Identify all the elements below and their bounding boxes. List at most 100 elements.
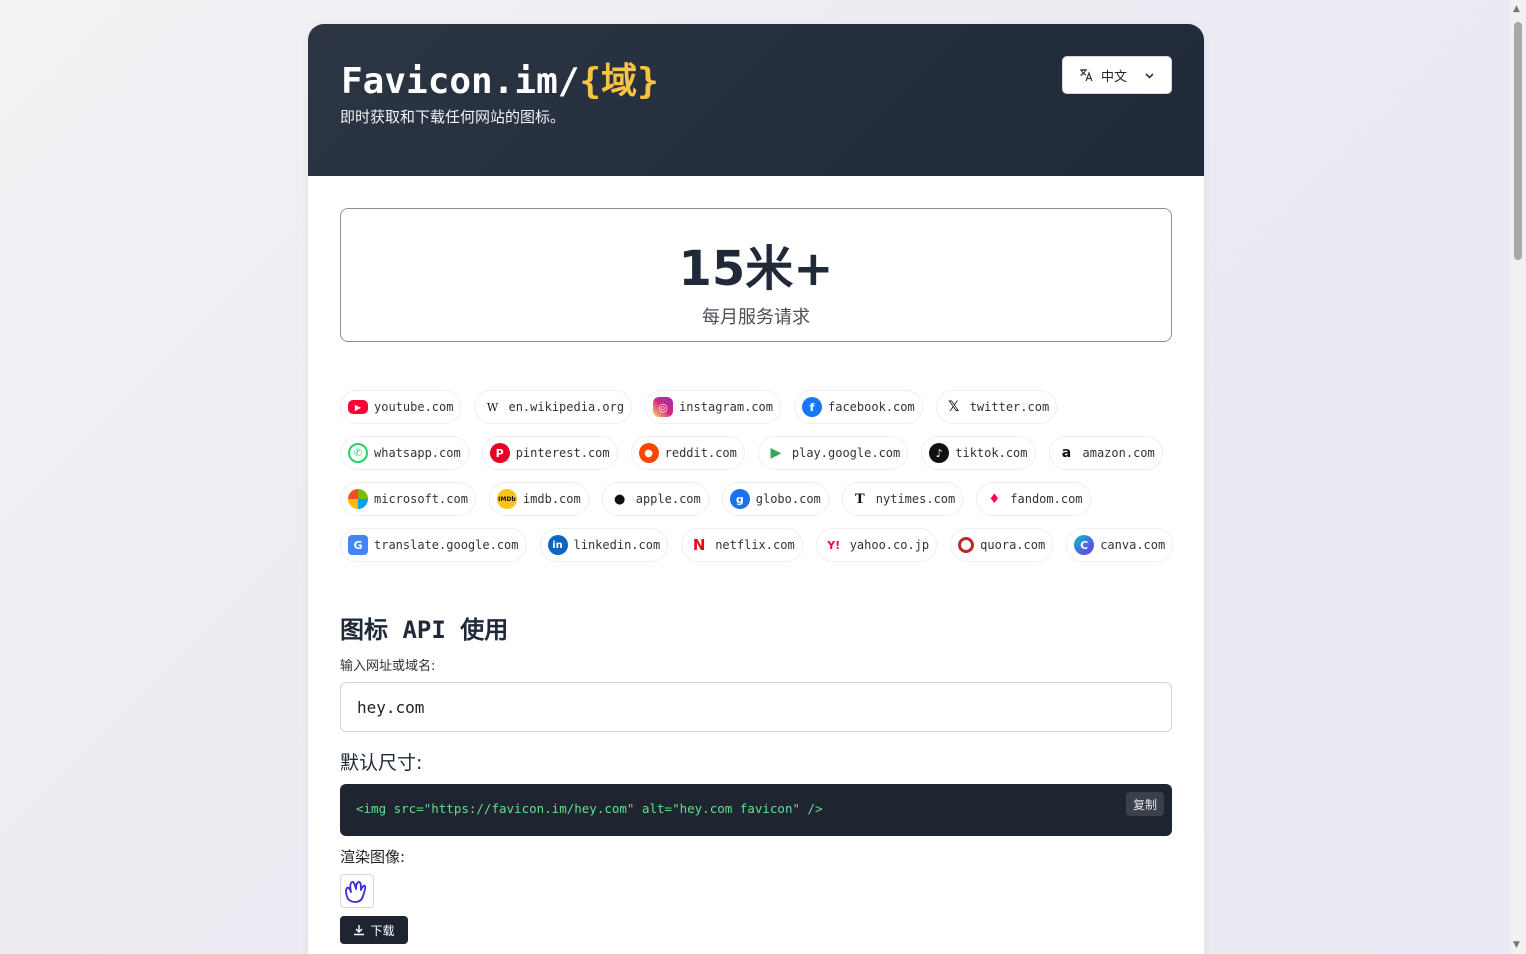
- chip-youtube[interactable]: ▶ youtube.com: [340, 390, 462, 424]
- main-card: Favicon.im/{域} 即时获取和下载任何网站的图标。 中文 15米+ 每…: [308, 24, 1204, 954]
- chip-quora[interactable]: quora.com: [950, 528, 1054, 562]
- chip-label: netflix.com: [715, 538, 795, 552]
- chip-canva[interactable]: Ccanva.com: [1066, 528, 1174, 562]
- reddit-icon: ●: [638, 443, 659, 463]
- stat-value: 15米+: [678, 241, 834, 297]
- youtube-icon: ▶: [348, 400, 368, 414]
- chip-label: apple.com: [635, 492, 701, 506]
- chip-label: youtube.com: [374, 400, 454, 414]
- favicon-preview: [340, 874, 374, 908]
- scrollbar-thumb[interactable]: [1514, 22, 1522, 260]
- translate-icon: [1080, 69, 1093, 82]
- netflix-icon: N: [692, 536, 706, 554]
- amazon-icon: a: [1061, 445, 1072, 461]
- domain-input[interactable]: [340, 682, 1172, 732]
- chip-imdb[interactable]: IMDb imdb.com: [488, 482, 589, 516]
- apple-icon: ●: [614, 491, 626, 507]
- code-snippet: <img src="https://favicon.im/hey.com" al…: [356, 801, 823, 816]
- facebook-icon: f: [802, 397, 822, 417]
- imdb-icon: IMDb: [496, 489, 517, 509]
- chip-fandom[interactable]: ♦ fandom.com: [976, 482, 1091, 516]
- chip-label: yahoo.co.jp: [849, 538, 930, 552]
- chip-row: microsoft.com IMDb imdb.com ● apple.com gg…: [340, 482, 1180, 516]
- chip-row: ▶ youtube.com Wen.wikipedia.org ◎ instagra…: [340, 390, 1180, 424]
- chip-label: whatsapp.com: [374, 446, 461, 460]
- x-icon: 𝕏: [948, 399, 960, 415]
- download-label: 下载: [370, 923, 395, 938]
- scroll-up-icon[interactable]: ▲: [1513, 4, 1520, 14]
- api-section-title: 图标 API 使用: [340, 616, 509, 644]
- whatsapp-icon: ✆: [348, 443, 368, 463]
- chip-instagram[interactable]: ◎ instagram.com: [645, 390, 781, 424]
- chip-yahoo[interactable]: Y! yahoo.co.jp: [815, 528, 938, 562]
- chip-whatsapp[interactable]: ✆ whatsapp.com: [340, 436, 469, 470]
- site-chips: ▶ youtube.com Wen.wikipedia.org ◎ instagra…: [340, 390, 1180, 574]
- globo-icon: g: [729, 489, 750, 509]
- language-select[interactable]: 中文: [1062, 56, 1172, 94]
- chip-label: twitter.com: [969, 400, 1050, 414]
- chip-translate-google[interactable]: Gtranslate.google.com: [340, 528, 527, 562]
- chip-label: imdb.com: [522, 492, 581, 506]
- linkedin-icon: in: [547, 535, 568, 555]
- tiktok-icon: ♪: [929, 443, 950, 463]
- language-label: 中文: [1101, 69, 1128, 85]
- download-button[interactable]: 下载: [340, 916, 408, 944]
- chip-label: linkedin.com: [573, 538, 661, 552]
- code-block: <img src="https://favicon.im/hey.com" al…: [340, 784, 1172, 836]
- google-translate-icon: G: [348, 535, 368, 555]
- scrollbar[interactable]: ▲ ▼: [1510, 0, 1526, 954]
- chip-twitter[interactable]: 𝕏twitter.com: [935, 390, 1058, 424]
- default-size-label: 默认尺寸:: [340, 752, 423, 774]
- chip-linkedin[interactable]: in linkedin.com: [539, 528, 669, 562]
- chip-apple[interactable]: ● apple.com: [601, 482, 709, 516]
- canva-icon: C: [1074, 535, 1095, 555]
- instagram-icon: ◎: [653, 397, 674, 417]
- copy-button[interactable]: 复制: [1125, 792, 1164, 816]
- hey-hand-icon: [345, 881, 367, 903]
- chip-label: canva.com: [1100, 538, 1166, 552]
- chip-netflix[interactable]: Nnetflix.com: [681, 528, 803, 562]
- chip-wikipedia[interactable]: Wen.wikipedia.org: [474, 390, 633, 424]
- chip-tiktok[interactable]: ♪ tiktok.com: [921, 436, 1036, 470]
- chip-amazon[interactable]: a amazon.com: [1048, 436, 1163, 470]
- fandom-icon: ♦: [988, 491, 1001, 507]
- chip-label: nytimes.com: [875, 492, 956, 506]
- chip-label: amazon.com: [1082, 446, 1155, 460]
- input-label: 输入网址或域名:: [340, 659, 436, 674]
- chip-facebook[interactable]: f facebook.com: [794, 390, 923, 424]
- chip-play-google[interactable]: ▶ play.google.com: [757, 436, 909, 470]
- chip-label: play.google.com: [791, 446, 901, 460]
- chip-reddit[interactable]: ● reddit.com: [630, 436, 745, 470]
- chip-label: reddit.com: [664, 446, 737, 460]
- chip-globo[interactable]: g globo.com: [721, 482, 829, 516]
- header: Favicon.im/{域} 即时获取和下载任何网站的图标。 中文: [308, 24, 1204, 176]
- chip-label: fandom.com: [1010, 492, 1083, 506]
- chip-row: Gtranslate.google.com in linkedin.com Nne…: [340, 528, 1180, 562]
- chip-label: facebook.com: [828, 400, 915, 414]
- tagline: 即时获取和下载任何网站的图标。: [340, 108, 566, 126]
- chip-label: instagram.com: [679, 400, 773, 414]
- chip-label: pinterest.com: [515, 446, 610, 460]
- chip-nytimes[interactable]: Tnytimes.com: [841, 482, 964, 516]
- nytimes-icon: T: [854, 491, 865, 507]
- chevron-down-icon: [1145, 72, 1154, 79]
- chip-label: tiktok.com: [955, 446, 1028, 460]
- download-icon: [354, 925, 365, 936]
- scroll-down-icon[interactable]: ▼: [1513, 940, 1520, 950]
- chip-label: globo.com: [755, 492, 821, 506]
- pinterest-icon: P: [489, 443, 510, 463]
- stat-caption: 每月服务请求: [702, 307, 810, 328]
- chip-pinterest[interactable]: Ppinterest.com: [481, 436, 618, 470]
- stat-box: 15米+ 每月服务请求: [340, 208, 1172, 342]
- chip-label: microsoft.com: [374, 492, 468, 506]
- chip-label: en.wikipedia.org: [508, 400, 625, 414]
- chip-microsoft[interactable]: microsoft.com: [340, 482, 476, 516]
- microsoft-icon: [348, 489, 368, 509]
- brand-title: Favicon.im/{域}: [341, 61, 659, 102]
- quora-icon: [958, 537, 975, 553]
- render-label: 渲染图像:: [340, 848, 406, 866]
- chip-label: quora.com: [980, 538, 1046, 552]
- yahoo-icon: Y!: [827, 538, 841, 552]
- google-play-icon: ▶: [770, 445, 782, 461]
- wikipedia-icon: W: [486, 400, 499, 414]
